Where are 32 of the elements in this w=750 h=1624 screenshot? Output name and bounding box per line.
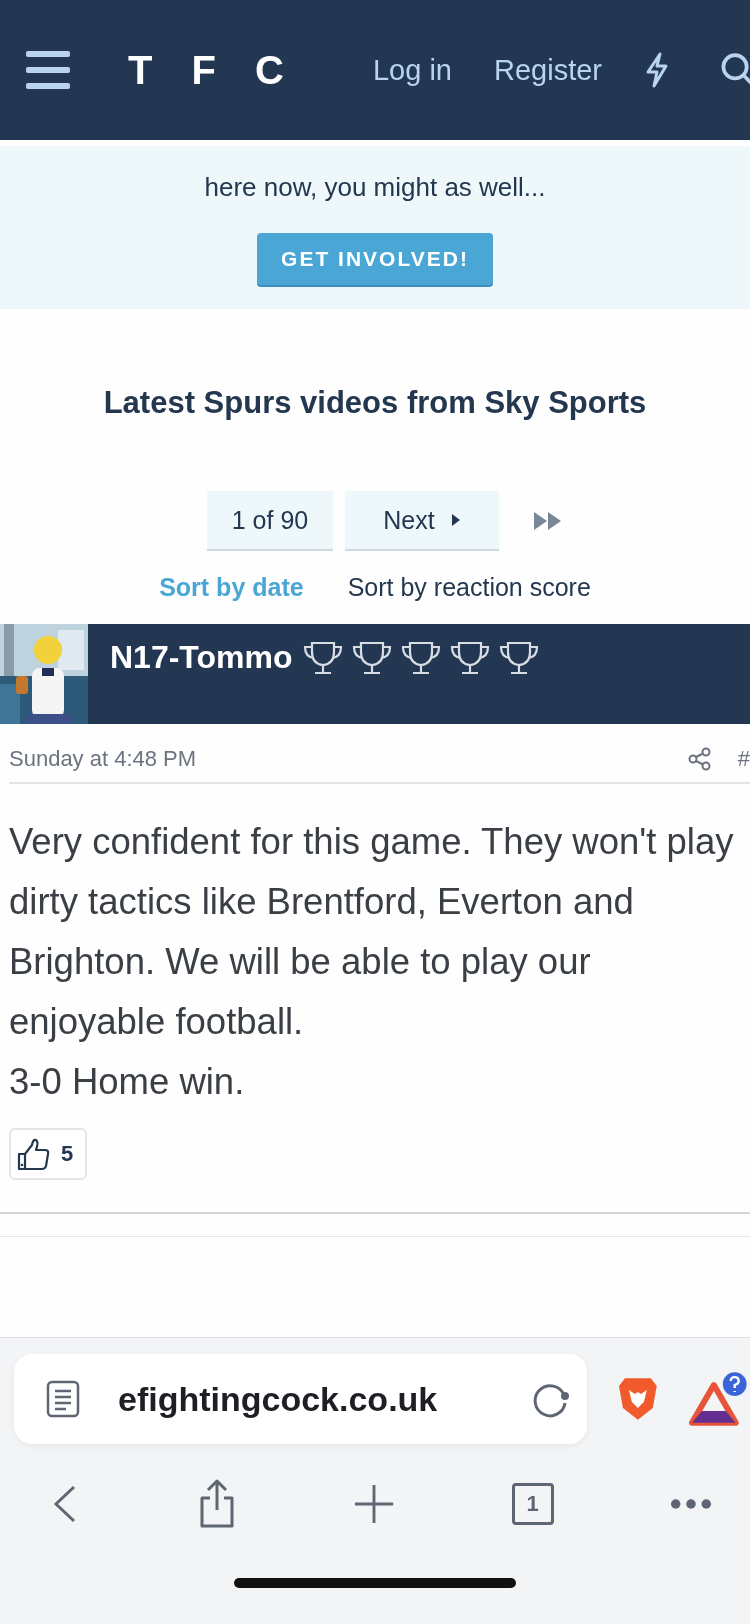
thumbs-up-icon bbox=[17, 1137, 51, 1171]
section-title: Latest Spurs videos from Sky Sports bbox=[102, 385, 648, 421]
trophy-icon bbox=[400, 640, 441, 676]
sort-link[interactable]: Sort by reaction score bbox=[347, 573, 591, 602]
nav-link[interactable]: Register bbox=[494, 53, 602, 87]
like-button[interactable]: 5 bbox=[9, 1128, 88, 1180]
site-logo[interactable]: T F C bbox=[128, 47, 298, 93]
last-page-icon[interactable] bbox=[533, 511, 563, 531]
share-icon[interactable] bbox=[687, 747, 712, 771]
notice-text: here now, you might as well... bbox=[204, 172, 546, 203]
post-date[interactable]: Sunday at 4:48 PM bbox=[9, 746, 197, 772]
trophy-icon bbox=[351, 640, 392, 676]
post-text: Very confident for this game. They won't play dirty tactics like Brentford, Everton and Brighton. We will be able to play our enjoyable football. bbox=[9, 820, 735, 1044]
page-indicator[interactable]: 1 of 90 bbox=[207, 491, 333, 551]
reader-icon[interactable] bbox=[46, 1380, 80, 1418]
author-name[interactable]: N17-Tommo bbox=[110, 639, 293, 676]
trophy-icon bbox=[449, 640, 490, 676]
trophy-icon bbox=[302, 640, 343, 676]
next-button[interactable]: Next bbox=[345, 491, 499, 551]
menu-icon[interactable] bbox=[26, 51, 70, 89]
caret-icon bbox=[450, 513, 461, 527]
post-text: 3-0 Home win. bbox=[9, 1060, 246, 1104]
lightning-icon[interactable] bbox=[644, 52, 670, 88]
lion-shield-icon[interactable] bbox=[616, 1376, 659, 1422]
nav-link[interactable]: Log in bbox=[373, 53, 452, 87]
post-number[interactable]: # bbox=[737, 746, 750, 772]
address-bar[interactable]: efightingcock.co.uk bbox=[14, 1354, 587, 1444]
trophy-icon bbox=[498, 640, 539, 676]
add-tab-icon[interactable] bbox=[353, 1483, 395, 1525]
more-icon[interactable] bbox=[670, 1498, 712, 1510]
triangle-icon[interactable] bbox=[688, 1371, 750, 1427]
tab-count-button[interactable]: 1 bbox=[511, 1483, 554, 1525]
